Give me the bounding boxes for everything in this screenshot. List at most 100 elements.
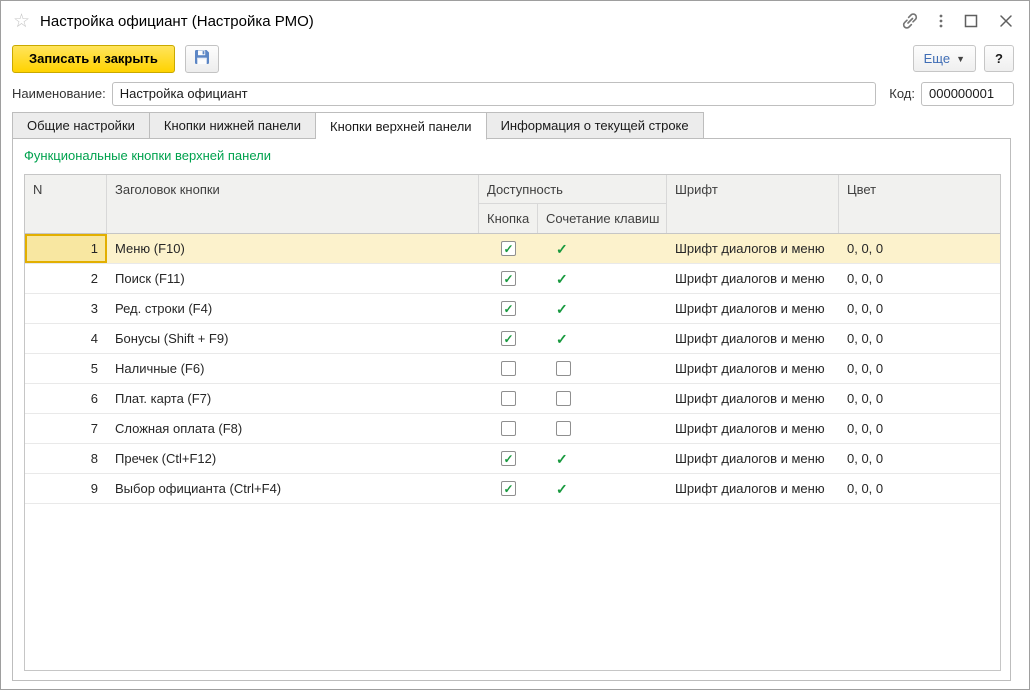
- checkbox-checked-icon[interactable]: ✓: [501, 301, 516, 316]
- button-enabled-cell: ✓: [479, 264, 538, 293]
- shortcut-enabled-cell: ✓: [538, 444, 667, 473]
- checkbox-checked-icon[interactable]: ✓: [501, 331, 516, 346]
- floppy-disk-icon: [192, 47, 212, 70]
- help-button[interactable]: ?: [984, 45, 1014, 72]
- shortcut-enabled-cell: [538, 354, 667, 383]
- column-header-font: Шрифт: [667, 175, 839, 233]
- shortcut-enabled-cell: [538, 384, 667, 413]
- check-mark-icon[interactable]: ✓: [556, 242, 568, 256]
- color-cell: 0, 0, 0: [839, 264, 1000, 293]
- checkbox-unchecked-icon[interactable]: [556, 361, 571, 376]
- save-button[interactable]: [185, 45, 219, 73]
- tab-bottom-panel-buttons[interactable]: Кнопки нижней панели: [150, 112, 316, 139]
- font-cell: Шрифт диалогов и меню: [667, 354, 839, 383]
- title-bar: ☆ Настройка официант (Настройка РМО): [1, 1, 1029, 41]
- button-enabled-cell: ✓: [479, 444, 538, 473]
- table-row[interactable]: 9 Выбор официанта (Ctrl+F4) ✓ ✓ Шрифт ди…: [25, 474, 1000, 504]
- color-cell: 0, 0, 0: [839, 294, 1000, 323]
- row-number-cell: 5: [25, 354, 107, 383]
- shortcut-enabled-cell: ✓: [538, 234, 667, 263]
- row-number-cell: 2: [25, 264, 107, 293]
- button-enabled-cell: [479, 384, 538, 413]
- name-label: Наименование:: [12, 86, 106, 101]
- font-cell: Шрифт диалогов и меню: [667, 294, 839, 323]
- tab-current-row-info[interactable]: Информация о текущей строке: [487, 112, 704, 139]
- button-caption-cell: Сложная оплата (F8): [107, 414, 479, 443]
- table-header: N Заголовок кнопки Доступность Кнопка Со…: [25, 175, 1000, 234]
- close-icon[interactable]: [997, 12, 1015, 30]
- tab-general-settings[interactable]: Общие настройки: [12, 112, 150, 139]
- row-number-cell: 4: [25, 324, 107, 353]
- table-row[interactable]: 2 Поиск (F11) ✓ ✓ Шрифт диалогов и меню …: [25, 264, 1000, 294]
- row-number-cell: 8: [25, 444, 107, 473]
- button-caption-cell: Наличные (F6): [107, 354, 479, 383]
- shortcut-enabled-cell: [538, 414, 667, 443]
- code-label: Код:: [889, 86, 915, 101]
- column-header-n: N: [25, 175, 107, 233]
- checkbox-unchecked-icon[interactable]: [556, 421, 571, 436]
- font-cell: Шрифт диалогов и меню: [667, 474, 839, 503]
- window-menu-dots-icon[interactable]: [937, 11, 945, 31]
- table-row[interactable]: 5 Наличные (F6) Шрифт диалогов и меню 0,…: [25, 354, 1000, 384]
- tab-panel: Функциональные кнопки верхней панели N З…: [12, 138, 1011, 681]
- check-mark-icon[interactable]: ✓: [556, 272, 568, 286]
- table-row[interactable]: 4 Бонусы (Shift + F9) ✓ ✓ Шрифт диалогов…: [25, 324, 1000, 354]
- check-mark-icon[interactable]: ✓: [556, 332, 568, 346]
- row-number-cell: 1: [25, 234, 107, 263]
- color-cell: 0, 0, 0: [839, 474, 1000, 503]
- check-mark-icon[interactable]: ✓: [556, 302, 568, 316]
- shortcut-enabled-cell: ✓: [538, 294, 667, 323]
- column-header-caption: Заголовок кнопки: [107, 175, 479, 233]
- color-cell: 0, 0, 0: [839, 414, 1000, 443]
- table-row[interactable]: 3 Ред. строки (F4) ✓ ✓ Шрифт диалогов и …: [25, 294, 1000, 324]
- color-cell: 0, 0, 0: [839, 324, 1000, 353]
- button-caption-cell: Ред. строки (F4): [107, 294, 479, 323]
- button-caption-cell: Выбор официанта (Ctrl+F4): [107, 474, 479, 503]
- button-caption-cell: Пречек (Ctl+F12): [107, 444, 479, 473]
- color-cell: 0, 0, 0: [839, 444, 1000, 473]
- buttons-table: N Заголовок кнопки Доступность Кнопка Со…: [24, 174, 1001, 671]
- checkbox-unchecked-icon[interactable]: [501, 391, 516, 406]
- window-title: Настройка официант (Настройка РМО): [40, 13, 314, 30]
- column-header-button: Кнопка: [479, 204, 538, 233]
- code-field[interactable]: [921, 82, 1014, 106]
- column-header-availability: Доступность: [479, 175, 667, 204]
- checkbox-checked-icon[interactable]: ✓: [501, 271, 516, 286]
- section-heading: Функциональные кнопки верхней панели: [24, 148, 271, 163]
- shortcut-enabled-cell: ✓: [538, 264, 667, 293]
- save-and-close-button[interactable]: Записать и закрыть: [12, 45, 175, 73]
- button-enabled-cell: ✓: [479, 234, 538, 263]
- checkbox-checked-icon[interactable]: ✓: [501, 481, 516, 496]
- tab-top-panel-buttons[interactable]: Кнопки верхней панели: [316, 112, 487, 140]
- check-mark-icon[interactable]: ✓: [556, 482, 568, 496]
- tab-bar: Общие настройки Кнопки нижней панели Кно…: [12, 112, 704, 140]
- table-row[interactable]: 7 Сложная оплата (F8) Шрифт диалогов и м…: [25, 414, 1000, 444]
- name-field[interactable]: [112, 82, 877, 106]
- table-row[interactable]: 8 Пречек (Ctl+F12) ✓ ✓ Шрифт диалогов и …: [25, 444, 1000, 474]
- shortcut-enabled-cell: ✓: [538, 474, 667, 503]
- table-row[interactable]: 1 Меню (F10) ✓ ✓ Шрифт диалогов и меню 0…: [25, 234, 1000, 264]
- checkbox-unchecked-icon[interactable]: [501, 361, 516, 376]
- button-enabled-cell: [479, 354, 538, 383]
- font-cell: Шрифт диалогов и меню: [667, 324, 839, 353]
- font-cell: Шрифт диалогов и меню: [667, 444, 839, 473]
- font-cell: Шрифт диалогов и меню: [667, 384, 839, 413]
- maximize-icon[interactable]: [962, 12, 980, 30]
- toolbar: Записать и закрыть Еще ▼ ?: [12, 44, 1014, 73]
- button-caption-cell: Поиск (F11): [107, 264, 479, 293]
- checkbox-checked-icon[interactable]: ✓: [501, 241, 516, 256]
- font-cell: Шрифт диалогов и меню: [667, 264, 839, 293]
- more-button[interactable]: Еще ▼: [913, 45, 976, 72]
- get-link-icon[interactable]: [900, 11, 920, 31]
- table-row[interactable]: 6 Плат. карта (F7) Шрифт диалогов и меню…: [25, 384, 1000, 414]
- form-row: Наименование: Код:: [12, 81, 1014, 106]
- favorite-star-icon[interactable]: ☆: [13, 12, 30, 31]
- table-body: 1 Меню (F10) ✓ ✓ Шрифт диалогов и меню 0…: [25, 234, 1000, 504]
- row-number-cell: 7: [25, 414, 107, 443]
- check-mark-icon[interactable]: ✓: [556, 452, 568, 466]
- column-header-color: Цвет: [839, 175, 1000, 233]
- checkbox-checked-icon[interactable]: ✓: [501, 451, 516, 466]
- button-enabled-cell: ✓: [479, 294, 538, 323]
- checkbox-unchecked-icon[interactable]: [556, 391, 571, 406]
- checkbox-unchecked-icon[interactable]: [501, 421, 516, 436]
